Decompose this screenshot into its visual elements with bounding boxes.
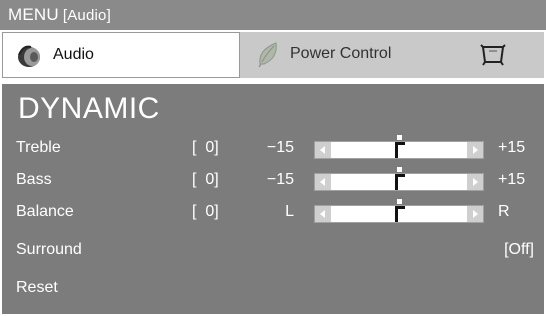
setting-label: Treble	[16, 139, 61, 156]
setting-label: Reset	[16, 279, 58, 296]
setting-value: [ 0]	[192, 203, 219, 220]
menu-section: [Audio]	[62, 7, 111, 24]
slider-max-label: +15	[498, 171, 526, 188]
menu-label: MENU	[8, 5, 59, 24]
slider-min-label: −15	[266, 139, 294, 156]
slider-center-mark	[397, 199, 402, 204]
setting-label: Balance	[16, 203, 74, 220]
leaf-icon	[256, 40, 280, 73]
setting-label: Surround	[16, 241, 82, 258]
setting-row-balance[interactable]: Balance [ 0] L R	[2, 196, 544, 228]
decrease-arrow-icon[interactable]	[315, 174, 331, 190]
setting-value: [ 0]	[192, 139, 219, 156]
setting-label: Bass	[16, 171, 52, 188]
slider-thumb[interactable]	[395, 206, 405, 222]
slider-center-mark	[397, 135, 402, 140]
slider-center-mark	[397, 167, 402, 172]
slider-min-label: −15	[266, 171, 294, 188]
tab-audio-label: Audio	[53, 46, 94, 63]
tab-power-control[interactable]: Power Control	[242, 32, 472, 78]
tab-power-control-label: Power Control	[290, 45, 392, 62]
setting-row-surround[interactable]: Surround [Off]	[2, 234, 544, 266]
increase-arrow-icon[interactable]	[467, 142, 483, 158]
tab-bar: Audio Power Control	[2, 32, 544, 78]
setting-row-bass[interactable]: Bass [ 0] −15 +15	[2, 164, 544, 196]
increase-arrow-icon[interactable]	[467, 206, 483, 222]
tab-audio[interactable]: Audio	[2, 32, 240, 78]
decrease-arrow-icon[interactable]	[315, 206, 331, 222]
speaker-icon	[15, 41, 45, 76]
setting-row-reset[interactable]: Reset	[2, 272, 544, 304]
setting-value: [Off]	[504, 241, 534, 258]
menu-header: MENU [Audio]	[0, 0, 546, 30]
slider-min-label: L	[285, 203, 294, 220]
audio-panel: DYNAMIC Treble [ 0] −15 +15 Bass [ 0] −1…	[2, 84, 544, 314]
setting-value: [ 0]	[192, 171, 219, 188]
setup-icon	[480, 44, 506, 71]
increase-arrow-icon[interactable]	[467, 174, 483, 190]
audio-mode-title: DYNAMIC	[18, 92, 160, 125]
treble-slider[interactable]	[314, 141, 484, 159]
decrease-arrow-icon[interactable]	[315, 142, 331, 158]
menu-title: MENU [Audio]	[8, 5, 111, 25]
bass-slider[interactable]	[314, 173, 484, 191]
slider-thumb[interactable]	[395, 142, 405, 158]
slider-max-label: R	[498, 203, 510, 220]
slider-max-label: +15	[498, 139, 526, 156]
tab-setup[interactable]	[472, 32, 544, 78]
balance-slider[interactable]	[314, 205, 484, 223]
slider-thumb[interactable]	[395, 174, 405, 190]
setting-row-treble[interactable]: Treble [ 0] −15 +15	[2, 132, 544, 164]
